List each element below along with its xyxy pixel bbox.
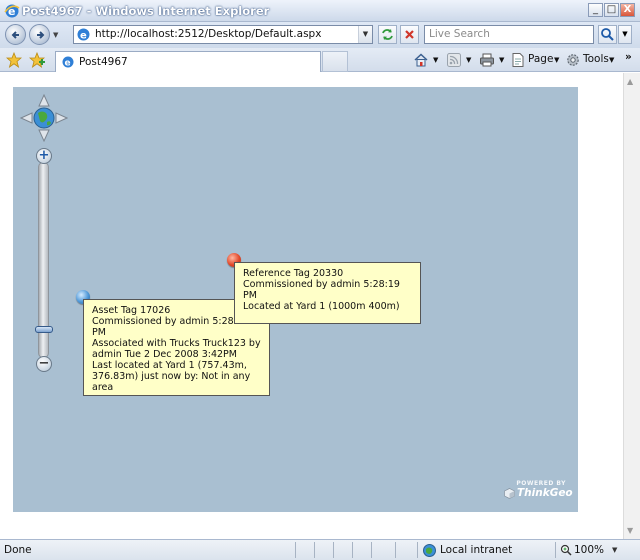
page-dropdown-icon[interactable]: ▼ [554,56,559,64]
address-dropdown-icon[interactable]: ▼ [358,26,372,43]
stop-icon [405,30,414,39]
toolbar-overflow-icon[interactable]: » [625,51,632,63]
tab-post4967[interactable]: e Post4967 [55,51,321,72]
stop-button[interactable] [400,25,419,44]
refresh-icon [382,29,393,40]
close-button[interactable]: X [620,3,635,17]
zoom-out-button[interactable]: − [36,356,52,372]
scroll-down-icon[interactable]: ▼ [627,526,633,535]
pan-east-icon[interactable] [55,112,68,124]
tools-gear-icon [567,54,579,66]
zoom-level[interactable]: 100% [574,544,604,556]
feeds-dropdown-icon[interactable]: ▼ [466,56,471,64]
local-intranet-globe-icon [423,544,436,557]
back-arrow-icon [11,31,19,39]
feeds-icon[interactable] [446,52,462,68]
zoom-in-button[interactable]: + [36,148,52,164]
ie-page-icon: e [77,28,90,42]
thinkgeo-cube-icon [504,488,515,499]
recent-pages-dropdown-icon[interactable]: ▼ [53,31,58,39]
tools-menu[interactable]: Tools [583,53,609,65]
search-options-dropdown-icon[interactable]: ▼ [618,25,632,44]
home-icon[interactable] [413,52,429,68]
zoom-magnifier-icon [560,544,572,556]
vertical-scrollbar[interactable]: ▲ ▼ [623,73,640,539]
search-button[interactable] [598,25,617,44]
address-row: ▼ e http://localhost:2512/Desktop/Defaul… [0,22,640,48]
print-dropdown-icon[interactable]: ▼ [499,56,504,64]
reference-tag-popup: Reference Tag 20330 Commissioned by admi… [234,262,421,324]
tools-dropdown-icon[interactable]: ▼ [609,56,614,64]
search-placeholder: Live Search [429,28,490,40]
ie-logo-icon: e [4,4,20,18]
maximize-button[interactable]: □ [604,3,619,17]
powered-by-label: POWERED BY [516,480,566,487]
thinkgeo-logo-text: ThinkGeo [517,487,573,499]
title-bar: e Post4967 - Windows Internet Explorer _… [0,0,640,22]
search-input[interactable]: Live Search [424,25,594,44]
home-dropdown-icon[interactable]: ▼ [433,56,438,64]
scroll-up-icon[interactable]: ▲ [627,77,633,86]
svg-text:e: e [65,59,71,69]
address-url[interactable]: http://localhost:2512/Desktop/Default.as… [95,28,321,40]
zoom-slider[interactable]: + − [34,148,54,374]
page-icon [512,53,524,67]
print-icon[interactable] [479,52,495,68]
security-zone[interactable]: Local intranet [440,544,512,556]
thinkgeo-branding: POWERED BY ThinkGeo [502,480,573,502]
status-text: Done [4,544,32,556]
svg-text:e: e [80,31,87,42]
zoom-dropdown-icon[interactable]: ▼ [612,546,617,554]
pan-south-icon[interactable] [38,129,50,142]
zoom-slider-handle[interactable] [35,326,53,333]
forward-button[interactable] [29,24,50,45]
refresh-button[interactable] [378,25,397,44]
pan-north-icon[interactable] [38,94,50,107]
minimize-button[interactable]: _ [588,3,603,17]
favorites-star-icon[interactable] [6,52,22,68]
forward-arrow-icon [37,31,45,39]
address-bar[interactable]: e http://localhost:2512/Desktop/Default.… [73,25,373,44]
ie-tab-icon: e [62,56,74,69]
new-tab-button[interactable] [322,51,348,72]
add-favorites-icon[interactable] [29,52,45,68]
page-menu[interactable]: Page [528,53,553,65]
window-title: Post4967 - Windows Internet Explorer [22,4,270,18]
search-icon [601,28,614,41]
status-bar: Done Local intranet 100% ▼ [0,539,640,560]
tab-row: e Post4967 ▼ ▼ ▼ Page ▼ Tools ▼ » [0,48,640,72]
back-button[interactable] [5,24,26,45]
tab-label: Post4967 [79,56,128,68]
pan-west-icon[interactable] [20,112,33,124]
pan-compass[interactable] [20,94,68,142]
